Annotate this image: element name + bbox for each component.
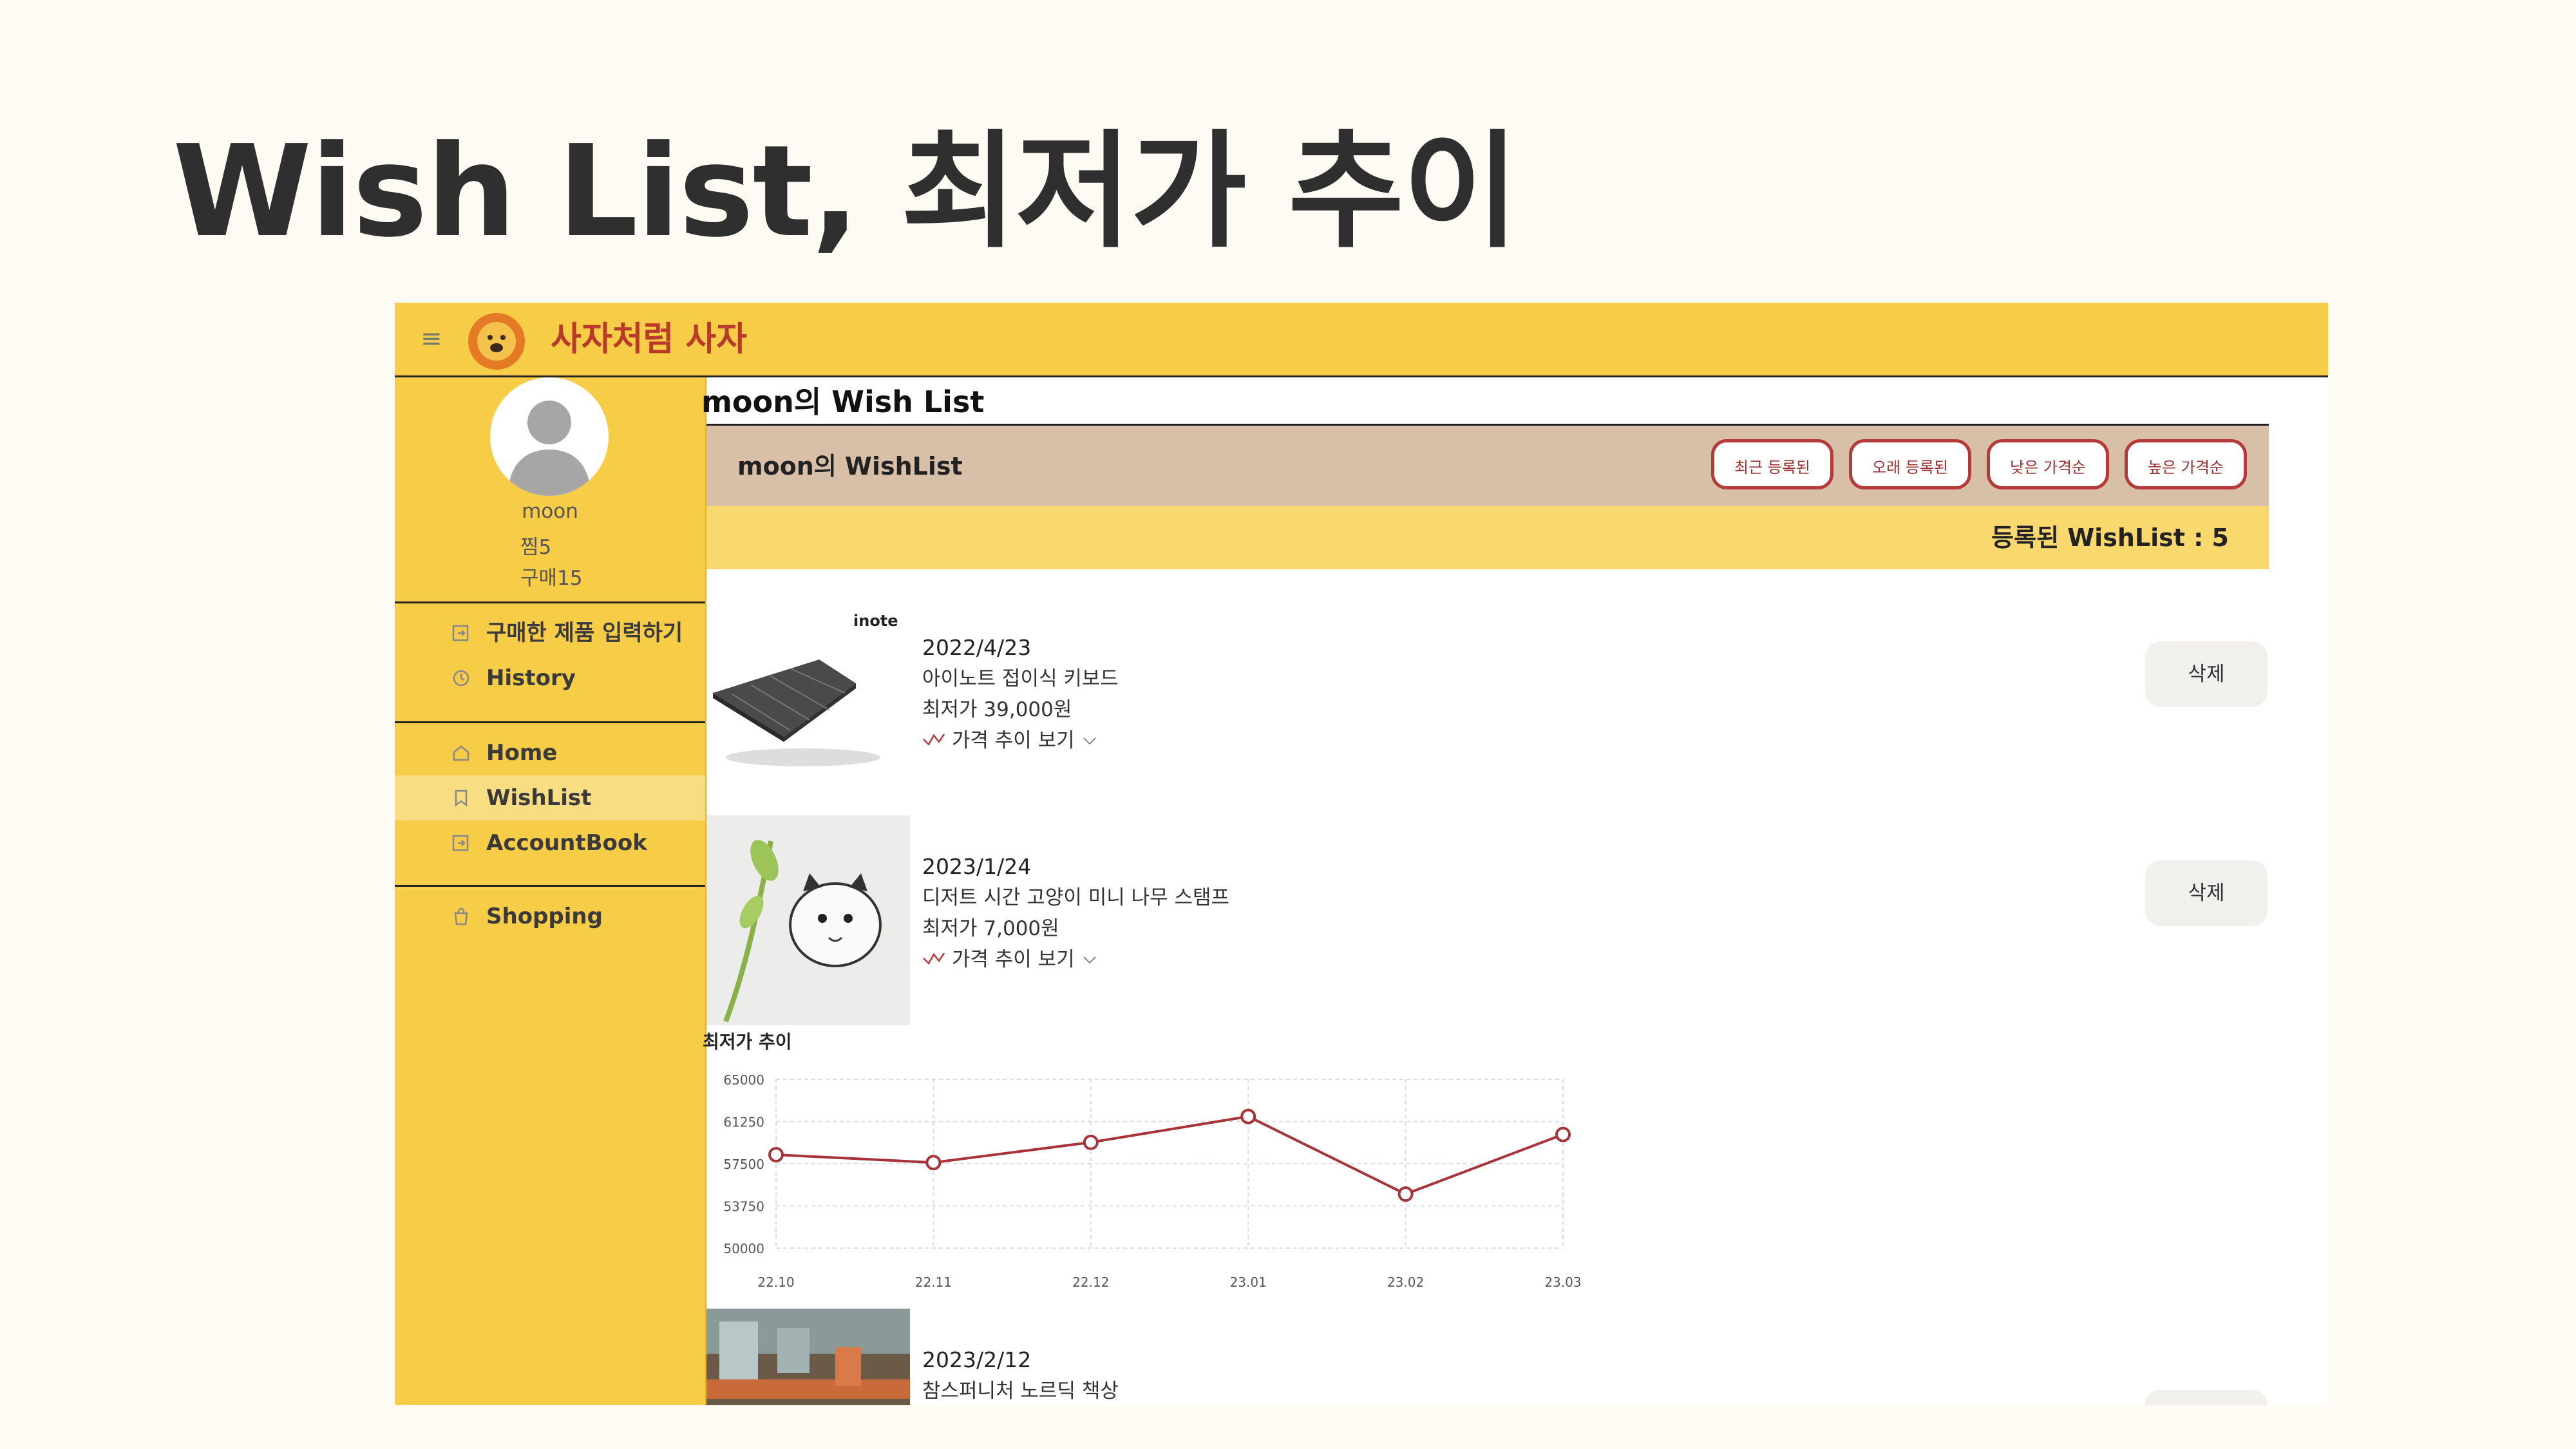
wishlist-count-bar: 등록된 WishList : 5 [706, 506, 2269, 569]
y-tick-label: 65000 [723, 1072, 764, 1088]
slide-title: Wish List, 최저가 추이 [173, 118, 1519, 265]
chart-title: 최저가 추이 [703, 1031, 792, 1052]
product-image[interactable] [706, 1309, 910, 1405]
wishlist-header: moon의 WishList 최근 등록된 오래 등록된 낮은 가격순 높은 가… [706, 424, 2269, 510]
item-date: 2022/4/23 [922, 635, 1032, 660]
wishlist-title: moon의 WishList [737, 452, 963, 480]
sidebar-item-label: History [486, 665, 576, 691]
history-icon [453, 670, 469, 687]
x-tick-label: 23.02 [1387, 1274, 1424, 1290]
x-tick-label: 22.11 [915, 1274, 952, 1290]
item-name[interactable]: 참스퍼니처 노르딕 책상 [922, 1376, 1119, 1405]
y-tick-label: 53750 [723, 1199, 764, 1215]
price-trend-toggle[interactable]: 가격 추이 보기 [922, 725, 1119, 756]
wish-count: 찜5 [520, 536, 552, 559]
lion-logo-icon[interactable] [464, 308, 529, 372]
chevron-down-icon [1083, 956, 1096, 964]
y-tick-label: 50000 [723, 1241, 764, 1256]
sort-recent-button[interactable]: 최근 등록된 [1711, 439, 1833, 489]
hamburger-menu-icon[interactable]: ≡ [421, 326, 444, 352]
sidebar-item-label: 구매한 제품 입력하기 [486, 620, 683, 646]
sort-oldest-button[interactable]: 오래 등록된 [1849, 439, 1971, 489]
cat-stamp-image-icon [706, 815, 910, 1025]
item-details: 2023/2/12 참스퍼니처 노르딕 책상 [922, 1345, 1119, 1405]
trend-chart-icon [923, 734, 945, 746]
item-name[interactable]: 아이노트 접이식 키보드 [922, 663, 1119, 694]
item-details: 2023/1/24 디저트 시간 고양이 미니 나무 스탬프 최저가 7,000… [922, 851, 1229, 975]
page-title: moon의 Wish List [701, 384, 985, 419]
avatar-person-icon [508, 401, 591, 496]
series-line [775, 1115, 1564, 1196]
sidebar-divider [395, 601, 705, 603]
item-price: 최저가 7,000원 [922, 917, 1059, 940]
desk-image-icon [706, 1309, 910, 1405]
x-tick-label: 23.03 [1544, 1274, 1581, 1290]
data-point [1555, 1126, 1571, 1142]
delete-button[interactable]: 삭제 [2145, 860, 2268, 926]
brand-mark: inote [853, 612, 898, 630]
bookmark-icon [455, 790, 468, 807]
home-icon [453, 745, 469, 761]
chevron-down-icon [1083, 737, 1096, 745]
app-window: ≡ 사자처럼 사자 moon 찜5 구매15 구매한 제품 입력하기 Histo… [395, 303, 2328, 1405]
top-bar: ≡ 사자처럼 사자 [395, 303, 2328, 377]
purchase-count: 구매15 [520, 567, 583, 590]
user-name: moon [522, 500, 578, 523]
brand-name[interactable]: 사자처럼 사자 [551, 317, 747, 362]
price-trend-toggle[interactable]: 가격 추이 보기 [922, 944, 1229, 975]
x-tick-label: 23.01 [1230, 1274, 1267, 1290]
keyboard-image-icon: inote [713, 612, 898, 766]
sidebar-divider [395, 721, 705, 723]
item-date: 2023/2/12 [922, 1347, 1032, 1372]
delete-button[interactable]: 삭제 [2145, 1390, 2268, 1405]
y-tick-label: 61250 [723, 1115, 764, 1130]
sidebar-item-label: Home [486, 740, 558, 766]
main-content: moon의 Wish List moon의 WishList 최근 등록된 오래… [701, 377, 2328, 1405]
data-point [1397, 1186, 1414, 1202]
import-icon [452, 835, 469, 851]
item-name[interactable]: 디저트 시간 고양이 미니 나무 스탬프 [922, 882, 1229, 913]
data-point [925, 1155, 942, 1171]
trend-chart-icon [923, 952, 945, 965]
data-point [768, 1147, 784, 1163]
sidebar-item-label: Shopping [486, 904, 603, 929]
sidebar-item-shopping[interactable]: Shopping [395, 894, 705, 939]
sidebar-item-label: WishList [486, 785, 592, 811]
sidebar-item-wishlist[interactable]: WishList [395, 775, 705, 820]
sidebar-item-home[interactable]: Home [395, 730, 705, 775]
x-tick-label: 22.10 [757, 1274, 794, 1290]
sidebar: moon 찜5 구매15 구매한 제품 입력하기 History Home Wi… [395, 377, 706, 1405]
sidebar-item-accountbook[interactable]: AccountBook [395, 820, 705, 866]
price-trend-label: 가격 추이 보기 [951, 729, 1075, 752]
sidebar-item-label: AccountBook [486, 830, 647, 856]
wishlist-count: 등록된 WishList : 5 [1991, 524, 2229, 552]
delete-button[interactable]: 삭제 [2145, 641, 2268, 707]
import-icon [452, 625, 469, 641]
item-date: 2023/1/24 [922, 854, 1032, 879]
sidebar-item-import[interactable]: 구매한 제품 입력하기 [395, 611, 705, 656]
product-image[interactable]: inote [706, 596, 910, 806]
item-price: 최저가 39,000원 [922, 698, 1072, 721]
data-point [1083, 1134, 1099, 1150]
y-tick-label: 57500 [723, 1157, 764, 1172]
x-tick-label: 22.12 [1072, 1274, 1109, 1290]
sidebar-divider [395, 885, 705, 887]
data-point [1240, 1108, 1256, 1124]
sort-low-price-button[interactable]: 낮은 가격순 [1987, 439, 2109, 489]
avatar [490, 377, 609, 496]
shopping-bag-icon [454, 907, 468, 925]
price-trend-label: 가격 추이 보기 [951, 948, 1075, 971]
sort-high-price-button[interactable]: 높은 가격순 [2125, 439, 2247, 489]
sidebar-item-history[interactable]: History [395, 656, 705, 701]
product-image[interactable] [706, 815, 910, 1025]
item-details: 2022/4/23 아이노트 접이식 키보드 최저가 39,000원 가격 추이… [922, 632, 1119, 756]
